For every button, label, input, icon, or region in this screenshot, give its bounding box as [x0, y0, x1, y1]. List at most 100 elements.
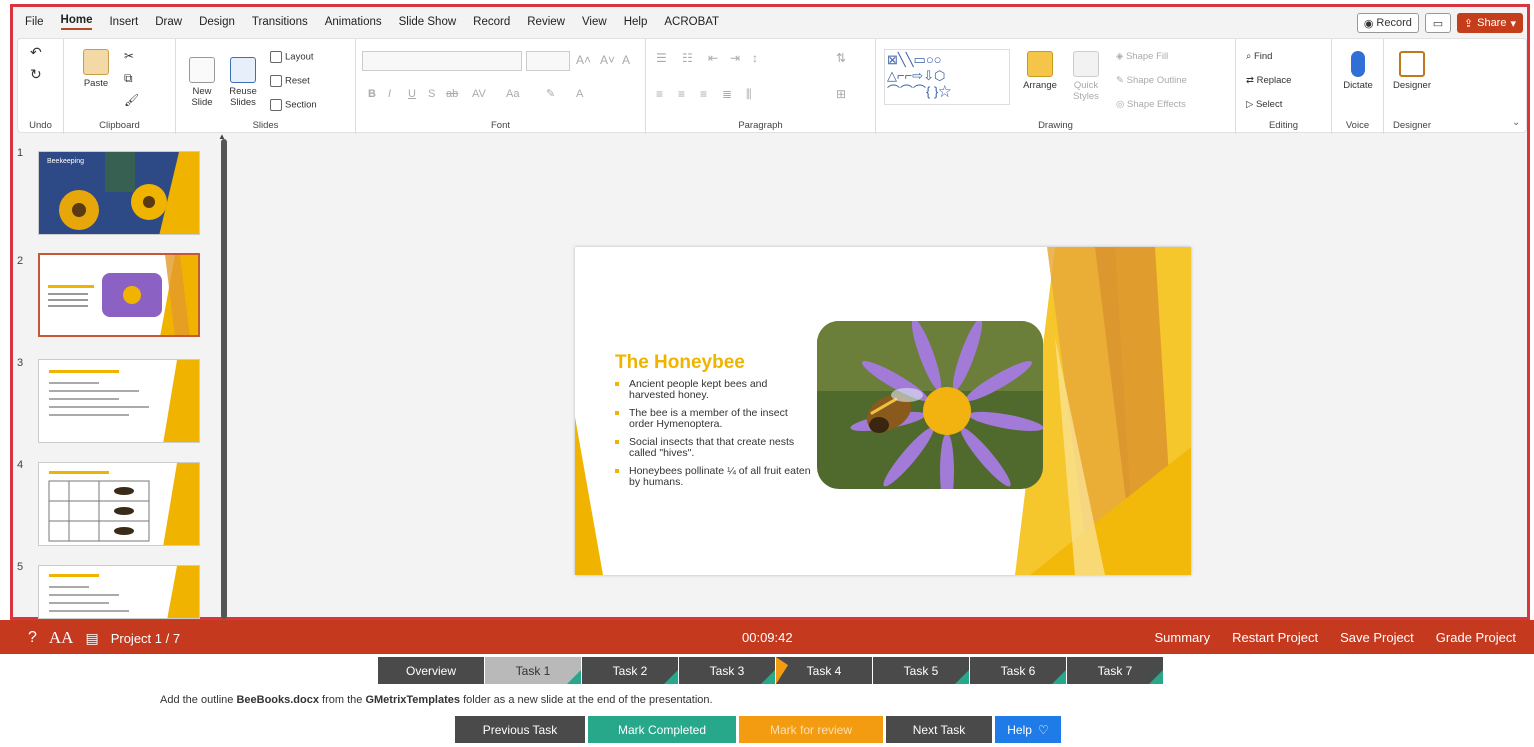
project-counter: Project 1 / 7	[110, 630, 181, 646]
tab-help[interactable]: Help	[624, 16, 648, 28]
summary-link[interactable]: Summary	[1154, 630, 1210, 645]
honeybee-photo[interactable]	[817, 321, 1043, 489]
find-button[interactable]: ⌕ Find	[1246, 51, 1272, 62]
shape-outline-button[interactable]: ✎ Shape Outline	[1116, 75, 1187, 86]
character-spacing-icon[interactable]: AV	[472, 89, 486, 100]
slide-thumbnail-1[interactable]: Beekeeping	[38, 151, 200, 235]
shape-outline-icon: ✎	[1116, 75, 1127, 86]
decrease-indent-icon[interactable]: ⇤	[708, 52, 718, 64]
paste-button[interactable]: Paste	[80, 49, 112, 89]
tab-task-1[interactable]: Task 1	[485, 657, 582, 684]
tab-draw[interactable]: Draw	[155, 16, 182, 28]
reuse-slides-button[interactable]: Reuse Slides	[226, 57, 260, 108]
replace-button[interactable]: ⇄ Replace	[1246, 75, 1291, 86]
font-name-field[interactable]	[362, 51, 522, 71]
save-project-link[interactable]: Save Project	[1340, 630, 1414, 645]
numbering-icon[interactable]: ☷	[682, 52, 693, 64]
decrease-font-icon[interactable]: A˅	[600, 54, 615, 66]
layout-button[interactable]: Layout	[270, 51, 314, 63]
increase-indent-icon[interactable]: ⇥	[730, 52, 740, 64]
change-case-icon[interactable]: Aa	[506, 89, 519, 100]
tab-task-4[interactable]: Task 4	[776, 657, 873, 684]
select-button[interactable]: ▷ Select	[1246, 99, 1282, 110]
share-button[interactable]: ⇪ Share ▾	[1456, 13, 1523, 33]
tab-task-7[interactable]: Task 7	[1067, 657, 1164, 684]
text-direction-icon[interactable]: ⇅	[836, 52, 846, 64]
shape-effects-button[interactable]: ◎ Shape Effects	[1116, 99, 1186, 110]
strikethrough-icon[interactable]: ab	[446, 89, 458, 100]
next-task-button[interactable]: Next Task	[886, 716, 992, 743]
tab-transitions[interactable]: Transitions	[252, 16, 308, 28]
clear-formatting-icon[interactable]: A	[622, 54, 630, 66]
dictate-button[interactable]: Dictate	[1340, 51, 1376, 91]
cut-icon[interactable]: ✂	[124, 50, 134, 62]
slide-thumbnail-3[interactable]	[38, 359, 200, 443]
shapes-gallery[interactable]: ⊠╲╲▭○○ △⌐⌐⇨⇩⬡ ⌒⌒⌒{ }☆	[884, 49, 1010, 105]
slide-canvas[interactable]: The Honeybee Ancient people kept bees an…	[575, 247, 1191, 575]
tab-slide-show[interactable]: Slide Show	[399, 16, 457, 28]
copy-icon[interactable]: ⧉	[124, 72, 133, 84]
record-button[interactable]: ◉ Record	[1356, 13, 1419, 33]
tab-acrobat[interactable]: ACROBAT	[664, 16, 719, 28]
align-center-icon[interactable]: ≡	[678, 88, 685, 100]
bold-icon[interactable]: B	[368, 89, 376, 100]
arrange-button[interactable]: Arrange	[1022, 51, 1058, 91]
ribbon-tabs: File Home Insert Draw Design Transitions…	[13, 7, 1527, 37]
undo-icon[interactable]: ↶	[30, 45, 42, 59]
bullets-icon[interactable]: ☰	[656, 52, 667, 64]
shadow-icon[interactable]: S	[428, 89, 435, 100]
designer-button[interactable]: Designer	[1390, 51, 1434, 91]
tab-home[interactable]: Home	[60, 14, 93, 30]
previous-task-button[interactable]: Previous Task	[455, 716, 585, 743]
slide-thumbnail-2[interactable]	[36, 251, 202, 339]
comments-button[interactable]: ▭	[1424, 13, 1451, 33]
tab-insert[interactable]: Insert	[109, 16, 138, 28]
help-button[interactable]: Help ♡	[995, 716, 1061, 743]
tab-animations[interactable]: Animations	[325, 16, 382, 28]
collapse-ribbon-icon[interactable]: ⌄	[1512, 117, 1520, 128]
tab-task-2[interactable]: Task 2	[582, 657, 679, 684]
highlight-icon[interactable]: ✎	[546, 89, 555, 100]
mark-for-review-button[interactable]: Mark for review	[739, 716, 883, 743]
justify-icon[interactable]: ≣	[722, 88, 732, 100]
restart-project-link[interactable]: Restart Project	[1232, 630, 1318, 645]
columns-icon[interactable]: ⫼	[746, 88, 752, 100]
redo-icon[interactable]: ↻	[30, 67, 42, 81]
slide-thumbnail-5[interactable]	[38, 565, 200, 619]
increase-font-icon[interactable]: A˄	[576, 54, 591, 66]
thumbnail-scrollbar[interactable]	[221, 139, 227, 619]
line-spacing-icon[interactable]: ↕	[752, 52, 758, 64]
quick-styles-button[interactable]: Quick Styles	[1068, 51, 1104, 102]
tab-task-6[interactable]: Task 6	[970, 657, 1067, 684]
align-right-icon[interactable]: ≡	[700, 88, 707, 100]
format-painter-icon[interactable]: 🖌	[124, 94, 139, 106]
tab-task-label: Task 2	[612, 663, 648, 678]
font-color-icon[interactable]: A	[576, 89, 583, 100]
tab-task-3[interactable]: Task 3	[679, 657, 776, 684]
tab-design[interactable]: Design	[199, 16, 235, 28]
section-button[interactable]: Section	[270, 99, 317, 111]
tab-overview[interactable]: Overview	[378, 657, 485, 684]
font-size-field[interactable]	[526, 51, 570, 71]
underline-icon[interactable]: U	[408, 89, 416, 100]
slide-thumbnail-4[interactable]	[38, 462, 200, 546]
tab-review[interactable]: Review	[527, 16, 565, 28]
tab-view[interactable]: View	[582, 16, 607, 28]
lightbulb-icon: ♡	[1037, 722, 1049, 737]
smartart-icon[interactable]: ⊞	[836, 88, 846, 100]
italic-icon[interactable]: I	[388, 89, 391, 100]
help-circle-icon[interactable]: ?	[28, 629, 37, 647]
new-slide-button[interactable]: New Slide	[186, 57, 218, 108]
shape-fill-button[interactable]: ◈ Shape Fill	[1116, 51, 1168, 62]
font-group-label: Font	[490, 120, 510, 131]
mark-completed-button[interactable]: Mark Completed	[588, 716, 736, 743]
shape-fill-label: Shape Fill	[1125, 51, 1169, 62]
font-size-toggle-icon[interactable]: AA	[49, 628, 74, 648]
tab-file[interactable]: File	[25, 16, 44, 28]
grade-project-link[interactable]: Grade Project	[1436, 630, 1516, 645]
reset-button[interactable]: Reset	[270, 75, 310, 87]
calculator-icon[interactable]: ▤	[85, 630, 98, 647]
tab-record[interactable]: Record	[473, 16, 510, 28]
align-left-icon[interactable]: ≡	[656, 88, 663, 100]
tab-task-5[interactable]: Task 5	[873, 657, 970, 684]
